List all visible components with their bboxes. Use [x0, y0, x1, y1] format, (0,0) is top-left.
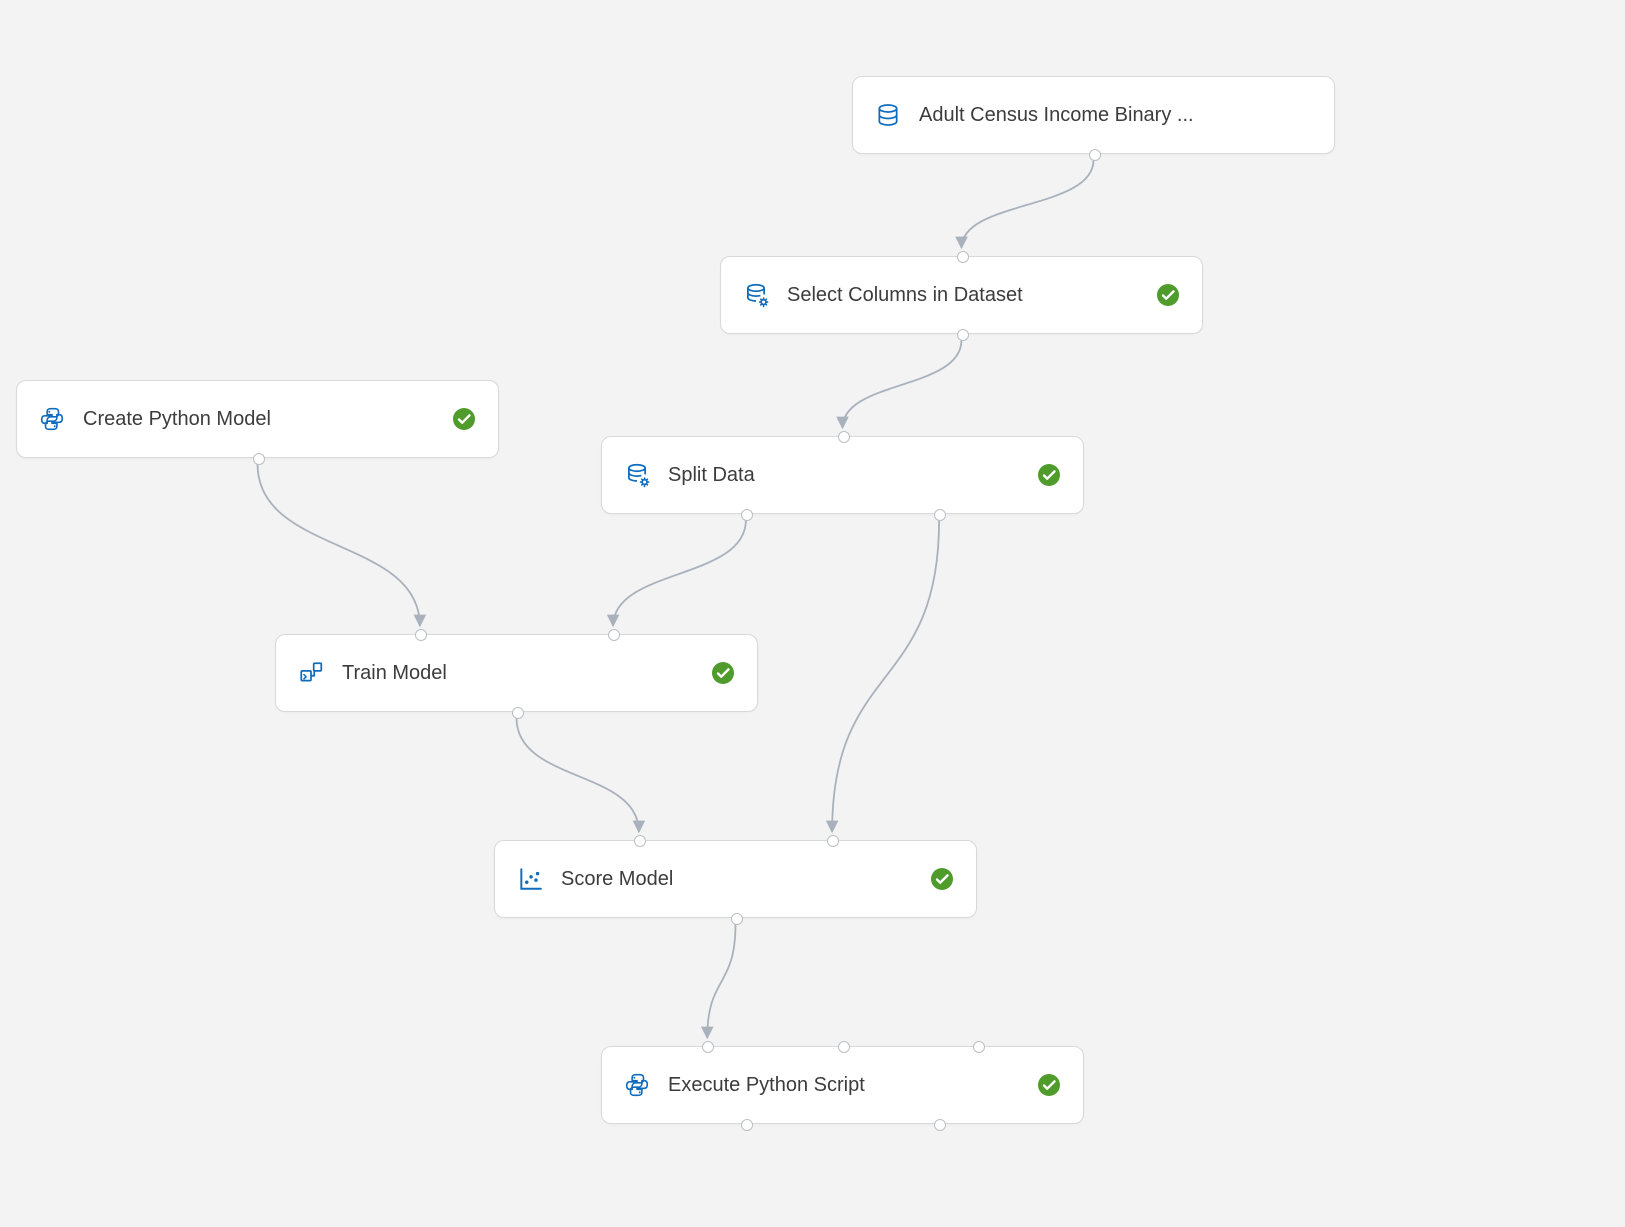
status-success-icon: [930, 867, 954, 891]
node-dataset[interactable]: Adult Census Income Binary ...: [852, 76, 1335, 154]
input-port[interactable]: [838, 431, 850, 443]
output-port[interactable]: [934, 509, 946, 521]
input-port[interactable]: [702, 1041, 714, 1053]
edge: [962, 160, 1094, 248]
scatter-icon: [517, 866, 543, 892]
node-train_model[interactable]: Train Model: [275, 634, 758, 712]
database-gear-icon: [743, 282, 769, 308]
output-port[interactable]: [957, 329, 969, 341]
status-success-icon: [1037, 1073, 1061, 1097]
edge: [843, 340, 962, 428]
status-success-icon: [711, 661, 735, 685]
node-create_model[interactable]: Create Python Model: [16, 380, 499, 458]
node-select_columns[interactable]: Select Columns in Dataset: [720, 256, 1203, 334]
output-port[interactable]: [253, 453, 265, 465]
output-port[interactable]: [512, 707, 524, 719]
edge: [517, 718, 639, 832]
node-label: Select Columns in Dataset: [787, 284, 1144, 307]
edge: [832, 520, 939, 832]
node-label: Adult Census Income Binary ...: [919, 104, 1312, 127]
output-port[interactable]: [741, 1119, 753, 1131]
status-success-icon: [452, 407, 476, 431]
output-port[interactable]: [934, 1119, 946, 1131]
node-label: Execute Python Script: [668, 1074, 1025, 1097]
output-port[interactable]: [1089, 149, 1101, 161]
module-icon: [298, 660, 324, 686]
input-port[interactable]: [973, 1041, 985, 1053]
node-split_data[interactable]: Split Data: [601, 436, 1084, 514]
node-label: Train Model: [342, 662, 699, 685]
database-icon: [875, 102, 901, 128]
input-port[interactable]: [415, 629, 427, 641]
output-port[interactable]: [741, 509, 753, 521]
python-icon: [624, 1072, 650, 1098]
node-score_model[interactable]: Score Model: [494, 840, 977, 918]
pipeline-canvas[interactable]: Adult Census Income Binary ... Select Col…: [0, 0, 1625, 1227]
input-port[interactable]: [957, 251, 969, 263]
python-icon: [39, 406, 65, 432]
node-label: Split Data: [668, 464, 1025, 487]
node-execute_script[interactable]: Execute Python Script: [601, 1046, 1084, 1124]
edges-layer: [0, 0, 1625, 1227]
input-port[interactable]: [634, 835, 646, 847]
node-label: Create Python Model: [83, 408, 440, 431]
output-port[interactable]: [731, 913, 743, 925]
status-success-icon: [1037, 463, 1061, 487]
input-port[interactable]: [838, 1041, 850, 1053]
node-label: Score Model: [561, 868, 918, 891]
input-port[interactable]: [608, 629, 620, 641]
edge: [707, 924, 735, 1038]
edge: [613, 520, 746, 626]
status-success-icon: [1156, 283, 1180, 307]
database-gear-icon: [624, 462, 650, 488]
input-port[interactable]: [827, 835, 839, 847]
edge: [258, 464, 420, 626]
